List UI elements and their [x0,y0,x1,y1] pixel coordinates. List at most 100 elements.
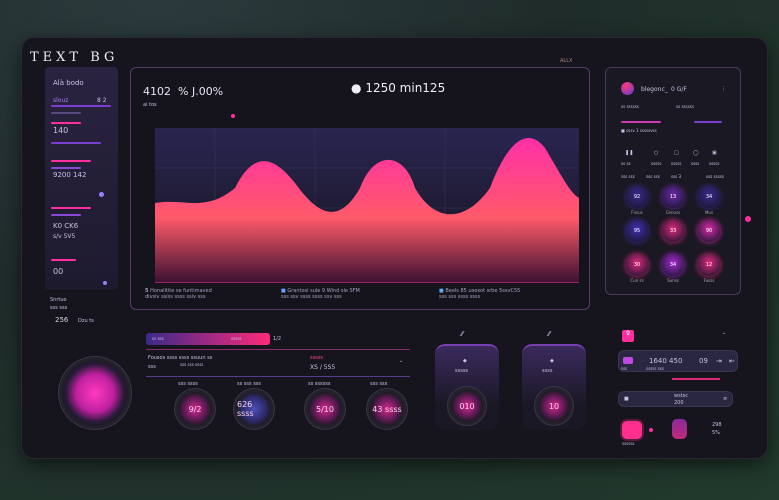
sidebar-footer-sub: sss sss [50,305,68,311]
sidebar-item[interactable]: slouz [53,97,68,104]
record-icon[interactable]: ◯ [693,150,699,156]
option-checkbox[interactable]: ■ sssv 1 sssssvss [621,128,657,133]
logo-icon: ● [351,81,362,95]
row-label: sss 3 [671,174,682,179]
skip-icon[interactable]: ⇥ [716,357,722,365]
pause-icon[interactable]: ❚❚ [625,150,633,156]
legend-item: ■ Beels 85 usexot srbe 5ssvC55 sss sss ss… [439,288,521,300]
sidebar-item[interactable]: s/v 5V5 [53,233,75,240]
sidebar-footer-value: 256 [55,316,69,324]
sidebar-item[interactable]: 00 [53,267,63,276]
track-sub: sss sss ssss [180,362,204,367]
window-icon[interactable]: ▣ [712,150,717,156]
circle-icon[interactable]: ○ [654,150,658,156]
right-panel: blegonc_ 0 G/F ⋮ ss ssssss ss ssssss ■ s… [605,67,741,295]
pad-button[interactable]: 30 [626,254,648,276]
chart-value-left: 4102 % J.00% [143,85,224,98]
knob-label: ss ssssss [308,381,331,387]
volume-slider[interactable] [621,121,661,123]
player-item[interactable]: 1640 450 09 ⇥ ⇤ sssss sss sss [618,350,738,372]
knob[interactable]: 626 ssss [237,392,271,426]
track-tag: sssss [310,355,324,361]
chart-sub: ai tos [143,102,157,108]
pad-label: Fnsus [631,210,643,215]
knob-card: ◆ ssss 10 [522,344,586,430]
indicator-dot [745,216,751,222]
legend-item: ■ Grantosl sule 9 Wind sle SFM sss ssv ss… [281,288,360,300]
knob[interactable]: 43 ssss [370,392,404,426]
menu-icon[interactable]: ⋮ [721,86,726,92]
sidebar-item[interactable]: 140 [53,126,68,135]
menu-icon[interactable]: ≡ [723,396,727,402]
info-text: ss ssssss [676,104,694,109]
row-label: sss sss [646,174,660,179]
track-left: sss [148,364,156,370]
waveform-area [155,128,579,283]
pad-button[interactable]: 90 [698,220,720,242]
pad-button[interactable]: 12 [698,254,720,276]
pad-button[interactable]: 92 [626,186,648,208]
master-knob[interactable] [62,360,128,426]
chevron-down-icon[interactable]: ⌄ [399,358,403,364]
avatar [621,82,634,95]
lock-icon: ■ [624,396,629,402]
app-title: TEXT BG [30,50,119,65]
chevron-down-icon[interactable]: ⌄ [722,330,726,336]
user-status: 0 G/F [671,86,687,93]
card-title: sssss [455,368,469,374]
input-field[interactable]: ■ wstsc 200 ≡ [618,391,733,407]
pad-button[interactable]: 13 [662,186,684,208]
balance-slider[interactable] [694,121,722,123]
pad-label: Sunss [667,278,679,283]
sidebar-item[interactable]: K0 CK6 [53,222,78,230]
slider-label: ss sss [152,336,164,341]
pad-button[interactable]: 95 [626,220,648,242]
progress-bar[interactable] [672,378,720,380]
control-label: sssss [671,161,682,166]
sidebar: Alà bodo slouz 8 2 140 9200 142 K0 CK6 s… [45,67,118,290]
sidebar-header: Alà bodo [53,79,84,87]
knob-card: ◆ sssss 010 [435,344,499,430]
slider-value: 1/2 [273,336,282,342]
knob[interactable]: 9/2 [178,392,212,426]
track-title: Fousos ssss ssss ssuun ss [148,355,213,361]
knob[interactable]: 5/10 [308,392,342,426]
sidebar-footer-label: Snrtuo [50,297,67,303]
tap-icon: ◆ [463,358,467,364]
pad-button[interactable]: 33 [662,220,684,242]
pad-button[interactable] [672,419,687,439]
tap-icon: ◆ [550,358,554,364]
top-label: ALLX [560,58,573,64]
next-icon[interactable]: ⇤ [729,357,735,365]
pad-label: Fusss [703,278,715,283]
record-label: ssssss [622,441,635,446]
tag-badge[interactable]: 9 [622,330,634,342]
sidebar-item[interactable]: 9200 142 [53,171,86,179]
field-title: wstsc [674,393,689,399]
knob[interactable]: 010 [451,390,483,422]
item-num: 09 [699,357,708,365]
card-icon: ⁄⁄ [548,330,551,338]
control-label: sssss [709,161,720,166]
row-label: sss sss [621,174,635,179]
info-text: ss ssssss [621,104,639,109]
track-value: XS / 5S5 [310,364,336,371]
stat-value: 298 [712,422,722,428]
pad-label: Cenuss [665,210,681,215]
user-name: blegonc_ [641,86,668,93]
legend-item: 5 Honailtite se funtimaved divsiv ssiss s… [145,288,212,300]
waveform-chart-panel: 4102 % J.00% ai tos ● 1250 min125 5 Hona… [130,67,590,310]
stat-value: 5% [712,430,720,436]
record-button[interactable] [622,421,642,439]
knob[interactable]: 10 [538,390,570,422]
mode-slider[interactable]: ss sss sssss [146,333,270,345]
knob-label: ss sss sss [237,381,262,387]
pad-button[interactable]: 34 [698,186,720,208]
control-label: sssss [651,161,662,166]
slider-label: sssss [231,336,242,341]
pad-label: Mus [704,210,714,215]
square-icon[interactable]: □ [674,150,679,156]
control-label: ssss [691,161,700,166]
pad-button[interactable]: 34 [662,254,684,276]
knob-label: sss sss [370,381,388,387]
